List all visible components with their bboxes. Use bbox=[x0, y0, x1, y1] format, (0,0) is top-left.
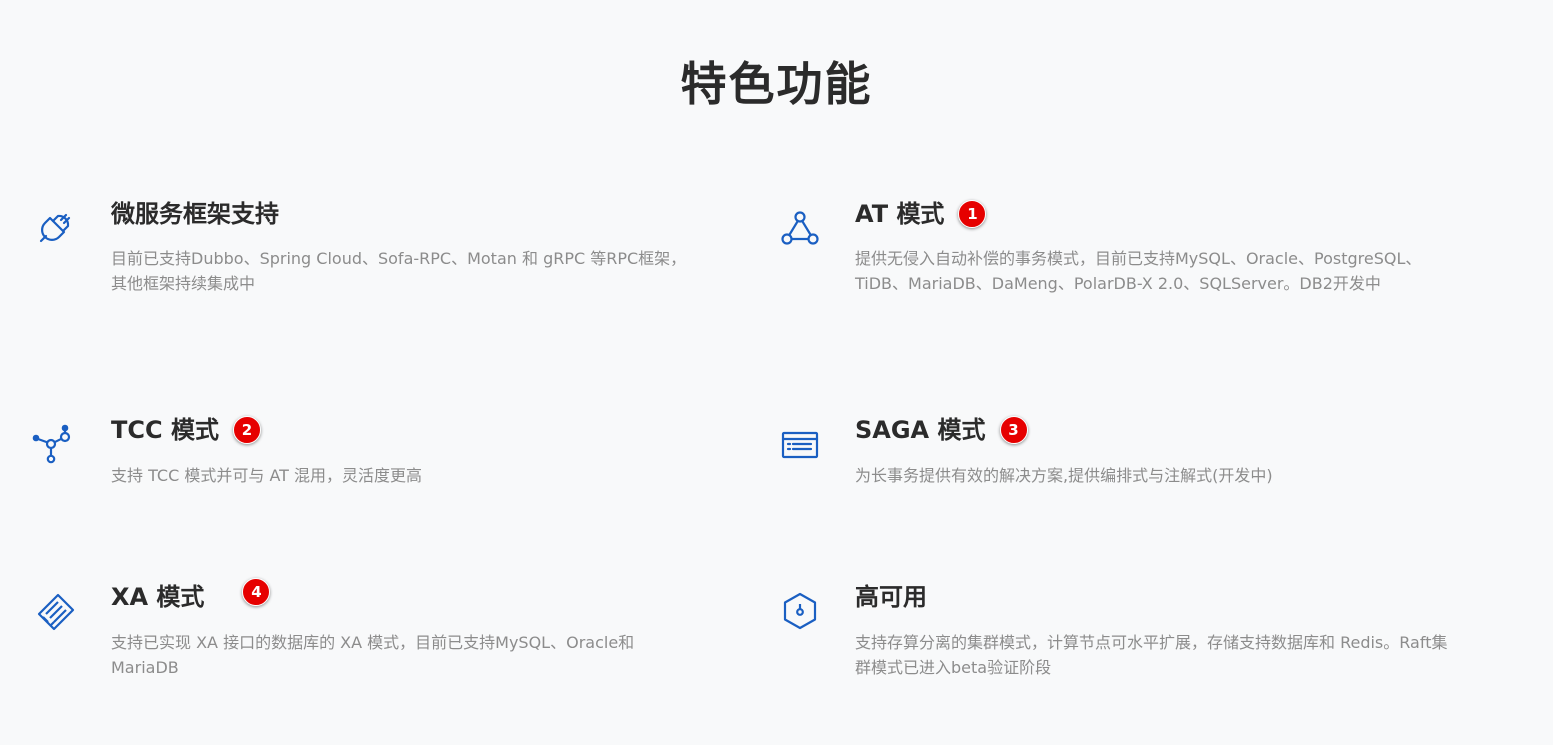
hexagon-icon bbox=[780, 591, 820, 631]
feature-description: 支持已实现 XA 接口的数据库的 XA 模式，目前已支持MySQL、Oracle… bbox=[111, 633, 635, 677]
annotation-badge-3: 3 bbox=[999, 416, 1028, 444]
plug-icon bbox=[36, 208, 76, 248]
feature-description: 为长事务提供有效的解决方案,提供编排式与注解式(开发中) bbox=[855, 466, 1273, 485]
annotation-badge-2: 2 bbox=[232, 416, 261, 444]
feature-description: 支持 TCC 模式并可与 AT 混用，灵活度更高 bbox=[111, 466, 423, 485]
annotation-badge-1: 1 bbox=[958, 200, 987, 228]
feature-description: 目前已支持Dubbo、Spring Cloud、Sofa-RPC、Motan 和… bbox=[111, 249, 687, 293]
feature-title: AT 模式 1 bbox=[855, 194, 987, 229]
memory-chip-icon bbox=[36, 592, 76, 632]
feature-title: SAGA 模式 3 bbox=[855, 410, 1028, 445]
molecule-nodes-icon bbox=[32, 424, 72, 464]
feature-title: 高可用 bbox=[855, 583, 927, 611]
triangle-nodes-icon bbox=[780, 209, 820, 249]
server-panel-icon bbox=[780, 424, 820, 464]
feature-description: 提供无侵入自动补偿的事务模式，目前已支持MySQL、Oracle、Postgre… bbox=[855, 249, 1422, 293]
feature-description: 支持存算分离的集群模式，计算节点可水平扩展，存储支持数据库和 Redis。Raf… bbox=[855, 633, 1448, 677]
annotation-badge-4: 4 bbox=[242, 578, 271, 606]
feature-title: XA 模式 4 bbox=[111, 577, 271, 612]
page-title: 特色功能 bbox=[680, 57, 873, 111]
feature-title: 微服务框架支持 bbox=[111, 200, 279, 228]
feature-title: TCC 模式 2 bbox=[111, 410, 261, 445]
